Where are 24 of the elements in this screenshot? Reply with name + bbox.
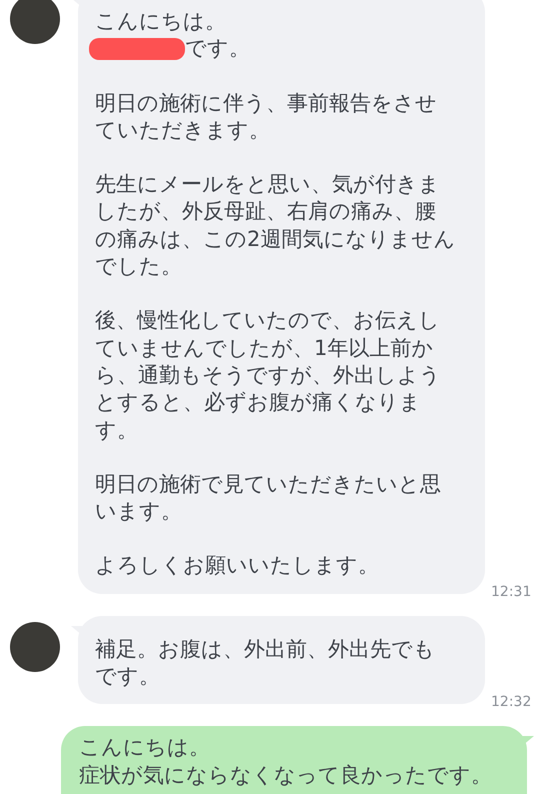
- message-text: の痛みは、この2週間気になりません: [95, 226, 456, 253]
- message-text: 症状が気にならなくなって良かったです。: [79, 762, 492, 789]
- message-text: ら、通勤もそうですが、外出しよう: [95, 362, 441, 389]
- avatar-photo-placeholder[interactable]: [10, 622, 60, 672]
- message-text: 明日の施術で見ていただきたいと思: [95, 470, 441, 498]
- message-text: 明日の施術に伴う、事前報告をさせ: [95, 90, 437, 117]
- message-text: です。: [95, 663, 160, 690]
- message-text: 補足。お腹は、外出前、外出先でも: [95, 636, 435, 663]
- message-text: います。: [95, 498, 182, 526]
- message-time: 12:32: [491, 694, 532, 710]
- message-text: こんにちは。: [79, 734, 210, 762]
- message-text: ていただきます。: [95, 116, 270, 144]
- message-text: でした。: [95, 253, 182, 280]
- message-text: 後、慢性化していたので、お伝えし: [95, 307, 440, 334]
- message-text: とすると、必ずお腹が痛くなりま: [95, 389, 421, 416]
- avatar-photo-placeholder[interactable]: [10, 0, 60, 44]
- message-text: こんにちは。: [95, 8, 226, 35]
- message-text: よろしくお願いいたします。: [95, 552, 379, 580]
- message-text: です。: [185, 35, 250, 62]
- message-text: す。: [95, 416, 138, 444]
- message-text: ていませんでしたが、1年以上前か: [95, 334, 434, 362]
- message-text: したが、外反母趾、右肩の痛み、腰: [95, 198, 436, 226]
- message-text: 先生にメールをと思い、気が付きま: [95, 171, 440, 198]
- message-time: 12:31: [491, 584, 532, 600]
